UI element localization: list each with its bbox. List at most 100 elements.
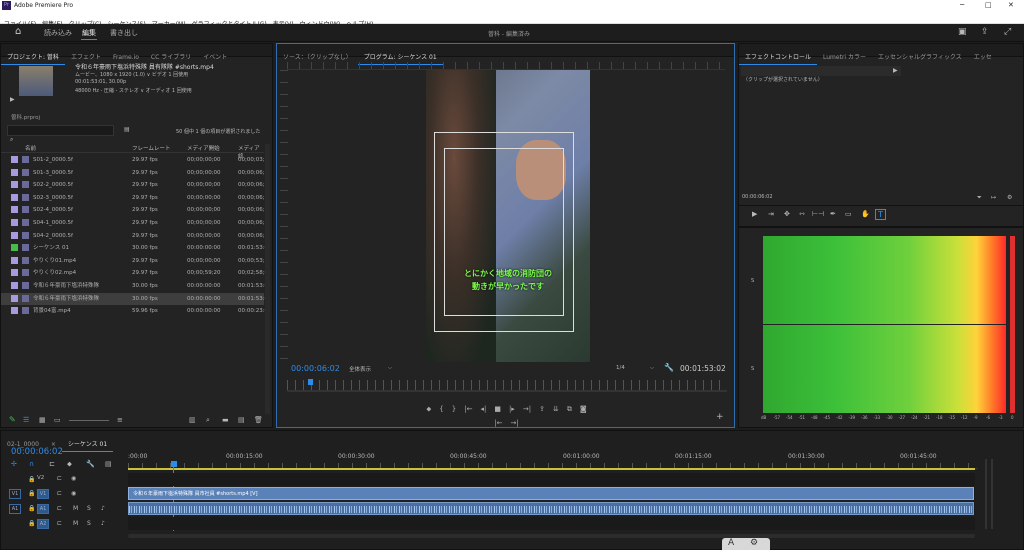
- minimize-button[interactable]: ─: [960, 1, 964, 9]
- freeform-view-icon[interactable]: ▭: [54, 416, 61, 424]
- mic-icon[interactable]: ♪: [101, 520, 105, 527]
- work-area-bar[interactable]: [128, 468, 975, 470]
- share-icon[interactable]: ⇪: [981, 27, 989, 37]
- lock-icon[interactable]: 🔒: [28, 520, 35, 527]
- captions-icon[interactable]: ▤: [105, 460, 112, 468]
- tab-essential-sound[interactable]: エッセ: [968, 51, 998, 64]
- eye-icon[interactable]: ◉: [71, 490, 76, 497]
- linked-selection-icon[interactable]: ⊏: [49, 460, 55, 468]
- source-patch-a1[interactable]: A1: [9, 504, 21, 514]
- track-lane-a2[interactable]: [128, 517, 975, 530]
- list-view-icon[interactable]: ☰: [23, 416, 29, 424]
- button-editor-icon[interactable]: +: [716, 412, 724, 422]
- type-tool-icon[interactable]: T: [875, 209, 886, 220]
- timeline-scrollbar[interactable]: [128, 534, 975, 538]
- track-label-v2[interactable]: V2: [37, 475, 44, 481]
- program-zoom-bar[interactable]: [287, 390, 727, 392]
- trash-icon[interactable]: 🗑: [254, 416, 263, 424]
- label-color-swatch[interactable]: [11, 256, 18, 264]
- list-item[interactable]: S02-4_0000.5f 29.97 fps 00;00;00;00 00;00;0…: [1, 204, 268, 217]
- list-item[interactable]: やりくり01.mp4 29.97 fps 00;00;00;00 00;00;53;1: [1, 255, 268, 268]
- list-item[interactable]: S02-2_0000.5f 29.97 fps 00;00;00;00 00;00;0…: [1, 179, 268, 192]
- new-item-icon[interactable]: ▤: [238, 416, 245, 424]
- solo-button[interactable]: S: [87, 520, 91, 527]
- selection-tool-icon[interactable]: ▶: [752, 210, 757, 218]
- razor-tool-icon[interactable]: ⇿: [799, 210, 805, 218]
- play-preview-icon[interactable]: ▶: [10, 96, 15, 103]
- list-item[interactable]: S01-2_0000.5f 29.97 fps 00;00;00;00 00;00;0…: [1, 154, 268, 167]
- track-lane-v1[interactable]: 令和６年豪雨下塩浜特殊隊 員市社員 #shorts.mp4 [V]: [128, 487, 975, 500]
- gear-icon[interactable]: ⚙: [750, 538, 758, 548]
- fullscreen-icon[interactable]: ⤢: [1004, 27, 1011, 37]
- timeline-settings-icon[interactable]: 🔧: [86, 460, 95, 468]
- solo-button[interactable]: S: [87, 505, 91, 512]
- pen-tool-icon[interactable]: ✒: [830, 210, 836, 218]
- label-color-swatch[interactable]: [11, 294, 18, 302]
- search-input[interactable]: ⌕: [7, 125, 114, 143]
- new-bin-icon[interactable]: ▤: [124, 126, 130, 133]
- audio-clip[interactable]: [128, 502, 974, 515]
- sync-lock-icon[interactable]: ⊏: [57, 505, 62, 512]
- label-color-swatch[interactable]: [11, 244, 18, 252]
- col-name[interactable]: 名前: [25, 144, 36, 152]
- workspace-import[interactable]: 読み込み: [44, 28, 72, 38]
- label-color-swatch[interactable]: [11, 193, 18, 201]
- automate-icon[interactable]: ▥: [189, 416, 196, 424]
- zoom-slider[interactable]: [69, 420, 109, 421]
- list-item[interactable]: 令和６年豪雨下塩浜特殊隊 30.00 fps 00:00:00:00 00:01:53…: [1, 280, 268, 293]
- sync-lock-icon[interactable]: ⊏: [57, 475, 62, 482]
- wrench-icon[interactable]: 🔧: [664, 363, 674, 372]
- col-framerate[interactable]: フレームレート: [132, 144, 170, 152]
- lock-icon[interactable]: 🔒: [28, 476, 35, 483]
- timeline-timecode[interactable]: 00:00:06:02: [11, 447, 63, 457]
- track-label-v1[interactable]: V1: [37, 489, 49, 499]
- clip-selector[interactable]: （クリップが選択されていません）: [741, 66, 901, 83]
- magnet-icon[interactable]: ∩: [29, 460, 34, 468]
- track-label-a1[interactable]: A1: [37, 504, 49, 514]
- rectangle-tool-icon[interactable]: ▭: [845, 210, 852, 218]
- list-item[interactable]: S04-2_0000.5f 29.97 fps 00;00;00;00 00;00;0…: [1, 230, 268, 243]
- label-color-swatch[interactable]: [11, 269, 18, 277]
- hand-tool-icon[interactable]: ✋: [861, 210, 870, 218]
- filter-icon[interactable]: ⏷: [977, 194, 982, 202]
- settings-icon[interactable]: ⚙: [1007, 194, 1012, 201]
- close-button[interactable]: ✕: [1008, 1, 1014, 9]
- mic-icon[interactable]: ♪: [101, 505, 105, 512]
- label-color-swatch[interactable]: [11, 181, 18, 189]
- mute-button[interactable]: M: [73, 505, 78, 512]
- col-media-start[interactable]: メディア開始: [187, 144, 220, 152]
- label-color-swatch[interactable]: [11, 168, 18, 176]
- track-lane-v2[interactable]: [128, 473, 975, 486]
- track-select-tool-icon[interactable]: ⇥: [768, 210, 774, 218]
- sort-icon[interactable]: ≡: [117, 416, 123, 424]
- home-icon[interactable]: ⌂: [15, 26, 21, 37]
- ripple-edit-tool-icon[interactable]: ✥: [784, 210, 790, 218]
- source-patch-v1[interactable]: V1: [9, 489, 21, 499]
- zoom-fit-select[interactable]: 全体表示: [349, 365, 371, 373]
- slip-tool-icon[interactable]: ⊢⊣: [812, 210, 824, 218]
- program-playhead[interactable]: [308, 379, 313, 385]
- icon-view-icon[interactable]: ▦: [39, 416, 46, 424]
- fit-dropdown-icon[interactable]: ⌵: [388, 365, 392, 371]
- label-color-swatch[interactable]: [11, 156, 18, 163]
- lock-icon[interactable]: 🔒: [28, 490, 35, 497]
- list-item[interactable]: S01-3_0000.5f 29.97 fps 00;00;00;00 00;00;0…: [1, 167, 268, 180]
- timeline-ruler[interactable]: :00:00 00:00:15:00 00:00:30:00 00:00:45:…: [128, 451, 978, 469]
- track-lane-a1[interactable]: [128, 502, 975, 515]
- pencil-icon[interactable]: ✎: [9, 415, 16, 424]
- expand-arrow-icon[interactable]: ▶: [893, 67, 898, 74]
- sync-lock-icon[interactable]: ⊏: [57, 520, 62, 527]
- program-timecode[interactable]: 00:00:06:02: [291, 364, 340, 373]
- project-scrollbar[interactable]: [265, 144, 270, 414]
- label-color-swatch[interactable]: [11, 281, 18, 289]
- tab-project[interactable]: プロジェクト: 曽科: [1, 51, 65, 65]
- tab-sequence-01[interactable]: シーケンス 01: [61, 438, 114, 452]
- timeline-playhead-head[interactable]: [171, 461, 177, 467]
- tab-effect-controls[interactable]: エフェクトコントロール: [739, 51, 818, 65]
- workspace-export[interactable]: 書き出し: [110, 28, 138, 38]
- add-marker-timeline-icon[interactable]: ⬥: [67, 460, 72, 469]
- workspace-edit[interactable]: 編集: [82, 28, 96, 38]
- insert-icon[interactable]: |←: [494, 419, 502, 427]
- quick-export-icon[interactable]: ▣: [958, 27, 967, 37]
- snap-icon[interactable]: ✢: [11, 460, 17, 468]
